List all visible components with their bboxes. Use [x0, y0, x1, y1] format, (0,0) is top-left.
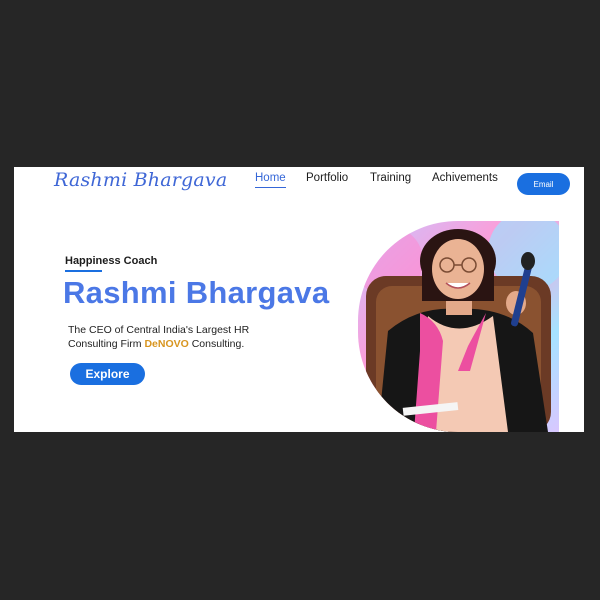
hero-description: The CEO of Central India's Largest HR Co…: [68, 323, 268, 351]
explore-button[interactable]: Explore: [70, 363, 145, 385]
brand-name: DeNOVO: [144, 338, 189, 350]
website-frame: Rashmi Bhargava Home Portfolio Training …: [14, 167, 584, 432]
hero-eyebrow: Happiness Coach: [65, 255, 158, 267]
nav-achievements[interactable]: Achivements: [432, 172, 498, 187]
nav-home[interactable]: Home: [255, 172, 286, 188]
main-nav: Home Portfolio Training Achivements Emai…: [14, 172, 584, 195]
nav-portfolio[interactable]: Portfolio: [306, 172, 348, 187]
portrait-illustration: [358, 221, 559, 432]
email-button[interactable]: Email: [517, 173, 570, 195]
nav-training[interactable]: Training: [370, 172, 411, 187]
hero-portrait: [358, 221, 559, 432]
hero-title: Rashmi Bhargava: [63, 275, 330, 310]
eyebrow-underline: [65, 270, 102, 272]
hero-desc-tail: Consulting.: [188, 338, 245, 350]
